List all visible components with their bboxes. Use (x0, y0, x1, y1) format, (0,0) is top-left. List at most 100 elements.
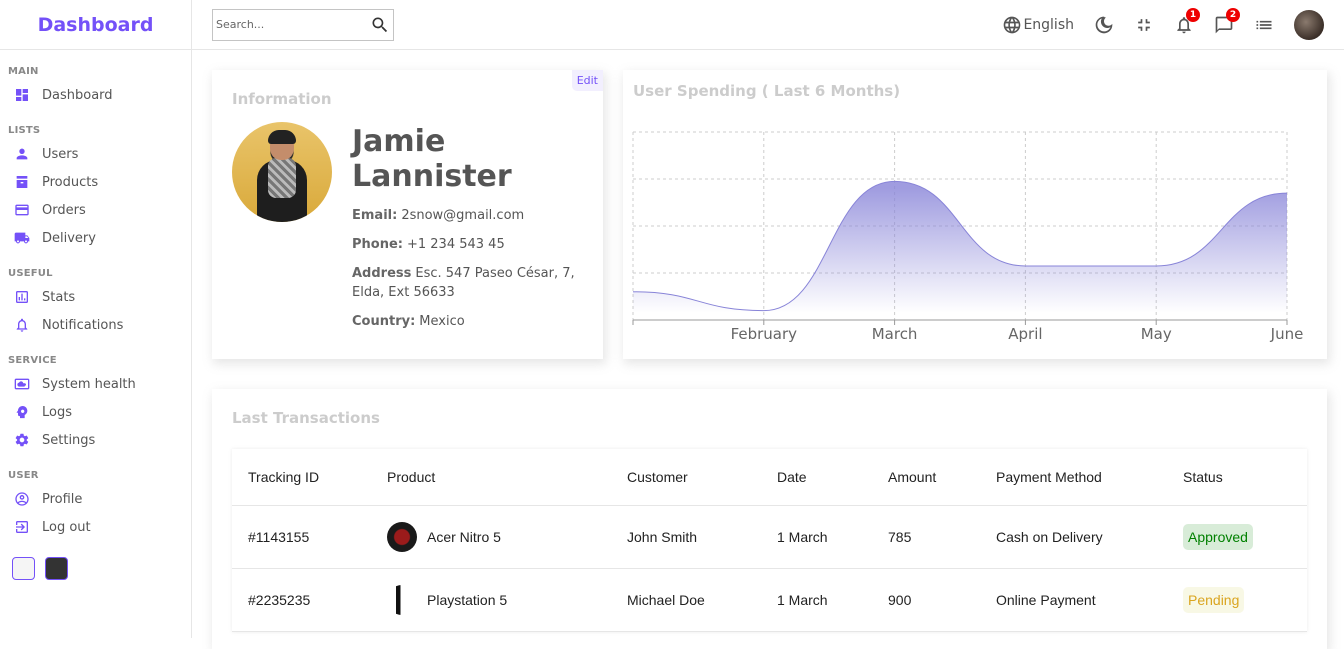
column-header[interactable]: Date (777, 469, 888, 485)
notifications-button[interactable]: 1 (1174, 7, 1200, 35)
tracking-id-cell: #2235235 (248, 592, 311, 608)
sidebar-item-logout[interactable]: Log out (8, 513, 191, 541)
status-cell: Approved (1183, 524, 1303, 550)
email-value: 2snow@gmail.com (401, 208, 525, 223)
column-header[interactable]: Payment Method (996, 469, 1183, 485)
sidebar-item-system-health[interactable]: System health (8, 370, 191, 398)
chart-title: User Spending ( Last 6 Months) (633, 82, 900, 100)
x-tick-label: June (1270, 325, 1304, 343)
sidebar-item-label: Users (42, 146, 79, 162)
transactions-title: Last Transactions (232, 409, 380, 427)
product-cell: Acer Nitro 5 (387, 522, 627, 552)
sidebar: Dashboard MAIN Dashboard LISTS Users Pro… (0, 0, 192, 638)
column-header[interactable]: Product (387, 469, 627, 485)
dark-theme-button[interactable] (45, 557, 68, 580)
country-key: Country: (352, 314, 416, 329)
sidebar-item-notifications[interactable]: Notifications (8, 311, 191, 339)
product-image (387, 522, 417, 552)
edit-button[interactable]: Edit (571, 70, 603, 91)
user-avatar[interactable] (1294, 9, 1324, 40)
table-header-row: Tracking ID Product Customer Date Amount… (232, 449, 1307, 506)
language-selector[interactable]: English (1002, 15, 1074, 35)
sidebar-item-label: Notifications (42, 317, 124, 333)
cloud-icon (14, 376, 30, 392)
profile-details: Jamie Lannister Email: 2snow@gmail.com Ph… (352, 122, 583, 341)
phone-key: Phone: (352, 237, 403, 252)
truck-icon (14, 230, 30, 246)
messages-button[interactable]: 2 (1214, 7, 1240, 35)
status-badge: Approved (1183, 524, 1253, 550)
sidebar-item-label: Logs (42, 404, 72, 420)
sidebar-item-delivery[interactable]: Delivery (8, 224, 191, 252)
table-row[interactable]: #1143155 Acer Nitro 5 John Smith 1 March… (232, 506, 1307, 569)
information-body: Jamie Lannister Email: 2snow@gmail.com Ph… (232, 122, 583, 341)
sidebar-item-stats[interactable]: Stats (8, 283, 191, 311)
bell-icon (14, 317, 30, 333)
spending-chart-card: User Spending ( Last 6 Months) February M… (623, 70, 1327, 359)
x-tick-label: May (1141, 325, 1172, 343)
theme-switcher (12, 557, 191, 580)
address-key: Address (352, 266, 412, 281)
address-detail: Address Esc. 547 Paseo César, 7, Elda, Ex… (352, 264, 583, 302)
column-header[interactable]: Tracking ID (232, 469, 387, 485)
gear-icon (14, 432, 30, 448)
account-circle-icon (14, 491, 30, 507)
messages-badge: 2 (1226, 7, 1240, 22)
sidebar-item-label: Log out (42, 519, 91, 535)
fullscreen-exit-icon (1138, 18, 1150, 31)
column-header[interactable]: Amount (888, 469, 996, 485)
sidebar-section-title: USEFUL (8, 268, 53, 279)
navbar-items: English 1 2 (982, 7, 1324, 40)
amount-cell: 900 (888, 592, 912, 608)
product-name: Playstation 5 (427, 592, 508, 608)
brand-title[interactable]: Dashboard (38, 14, 154, 36)
sidebar-item-profile[interactable]: Profile (8, 485, 191, 513)
light-theme-button[interactable] (12, 557, 35, 580)
sidebar-section-title: LISTS (8, 125, 41, 136)
information-card: Edit Information Jamie Lannister Email: 2… (212, 70, 603, 359)
spending-area-fill (633, 181, 1287, 320)
tracking-id-cell: #1143155 (248, 529, 310, 545)
sidebar-section-title: USER (8, 470, 39, 481)
search-input[interactable] (216, 18, 356, 31)
sidebar-item-label: Orders (42, 202, 86, 218)
column-header[interactable]: Status (1183, 469, 1303, 485)
dark-mode-toggle[interactable] (1094, 15, 1114, 35)
column-header[interactable]: Customer (627, 469, 777, 485)
amount-cell: 785 (888, 529, 912, 545)
sidebar-menu: MAIN Dashboard LISTS Users Products Orde… (0, 66, 191, 541)
x-tick-label: February (731, 325, 798, 343)
search-icon[interactable] (370, 15, 390, 35)
table-row[interactable]: #2235235 Playstation 5 Michael Doe 1 Mar… (232, 569, 1307, 632)
sidebar-item-label: Delivery (42, 230, 96, 246)
x-tick-label: March (872, 325, 918, 343)
phone-value: +1 234 543 45 (406, 237, 505, 252)
product-image (387, 585, 417, 615)
navbar: English 1 2 (192, 0, 1344, 50)
email-key: Email: (352, 208, 398, 223)
x-tick-label: April (1008, 325, 1042, 343)
sidebar-item-label: Stats (42, 289, 76, 305)
sidebar-item-label: Settings (42, 432, 96, 448)
profile-photo (232, 122, 332, 222)
information-title: Information (232, 90, 332, 108)
transactions-table: Tracking ID Product Customer Date Amount… (232, 449, 1307, 632)
credit-card-icon (14, 202, 30, 218)
sidebar-item-products[interactable]: Products (8, 168, 191, 196)
sidebar-item-settings[interactable]: Settings (8, 426, 191, 454)
brand-logo[interactable]: Dashboard (0, 0, 191, 50)
fullscreen-exit-button[interactable] (1134, 15, 1154, 35)
product-cell: Playstation 5 (387, 585, 627, 615)
sidebar-item-label: Profile (42, 491, 83, 507)
sidebar-item-orders[interactable]: Orders (8, 196, 191, 224)
sidebar-item-logs[interactable]: Logs (8, 398, 191, 426)
profile-name: Jamie Lannister (352, 124, 512, 194)
list-icon (1256, 20, 1272, 29)
sidebar-item-dashboard[interactable]: Dashboard (8, 81, 191, 109)
list-menu-button[interactable] (1254, 15, 1274, 35)
customer-cell: John Smith (627, 529, 698, 545)
sidebar-item-users[interactable]: Users (8, 140, 191, 168)
notifications-badge: 1 (1186, 7, 1200, 22)
sidebar-item-label: Products (42, 174, 99, 190)
date-cell: 1 March (777, 592, 828, 608)
